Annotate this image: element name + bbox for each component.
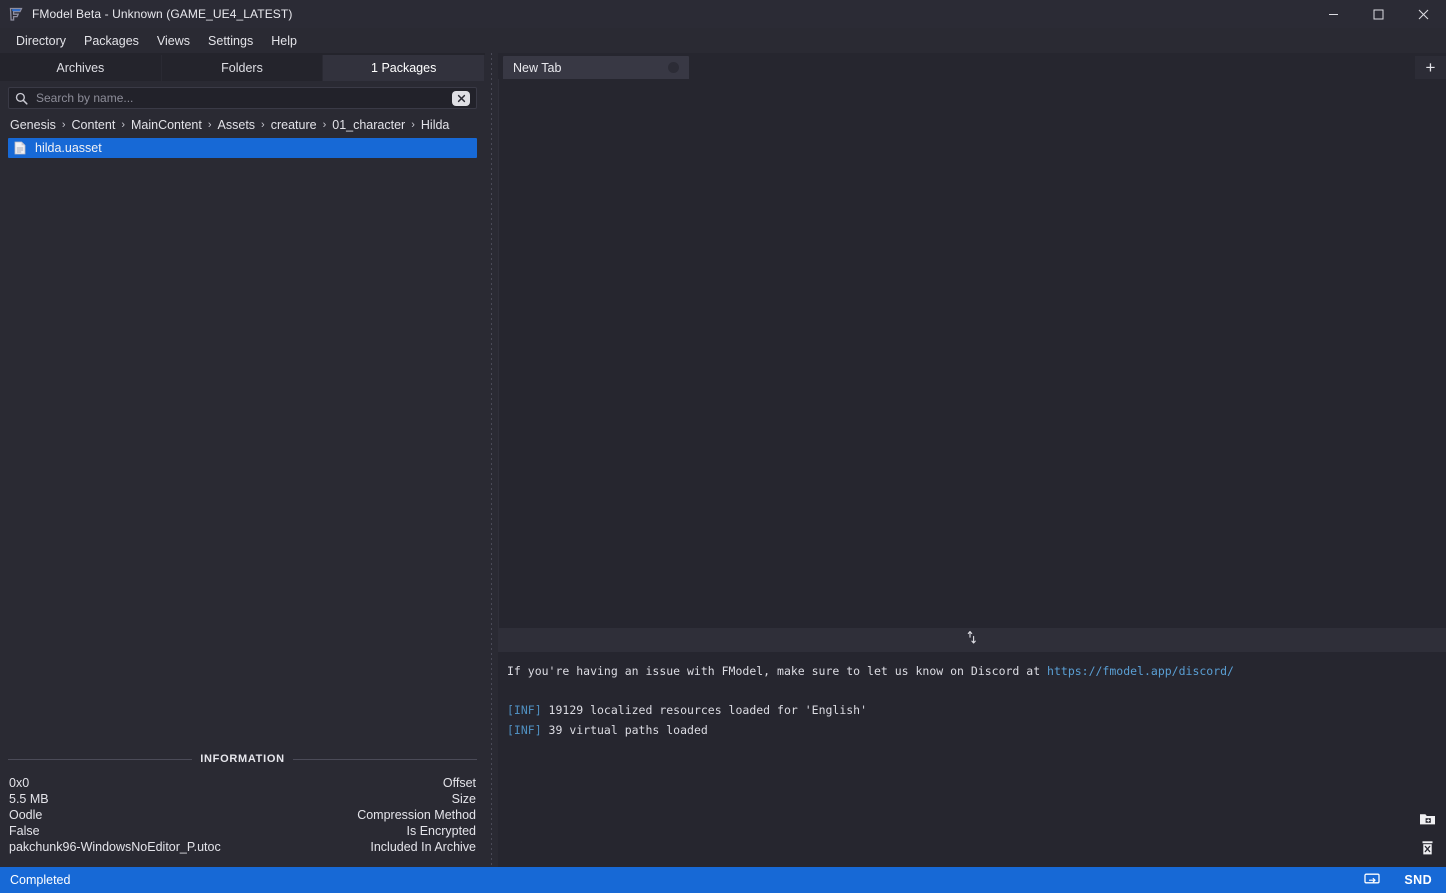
breadcrumb: Genesis › Content › MainContent › Assets… xyxy=(0,113,485,138)
left-panel-tabstrip: Archives Folders 1 Packages xyxy=(0,53,486,81)
sound-device-icon[interactable] xyxy=(1364,872,1382,888)
breadcrumb-item-maincontent[interactable]: MainContent xyxy=(130,118,203,132)
search-input[interactable] xyxy=(29,91,452,105)
information-key-included-in-archive: Included In Archive xyxy=(370,840,476,854)
menu-item-settings[interactable]: Settings xyxy=(199,30,262,52)
information-key-size: Size xyxy=(451,792,476,806)
log-line-text: If you're having an issue with FModel, m… xyxy=(507,664,1048,678)
asset-viewport[interactable] xyxy=(498,79,1446,628)
log-level-tag: [INF] xyxy=(507,703,542,717)
log-line-text: 39 virtual paths loaded xyxy=(541,722,708,737)
menu-item-directory[interactable]: Directory xyxy=(7,30,75,52)
maximize-button[interactable] xyxy=(1356,0,1401,28)
information-key-compression-method: Compression Method xyxy=(357,808,476,822)
information-value-offset: 0x0 xyxy=(9,776,30,790)
breadcrumb-separator-icon: › xyxy=(261,119,265,131)
breadcrumb-separator-icon: › xyxy=(411,119,415,131)
log-line: [INF] 19129 localized resources loaded f… xyxy=(507,701,1446,721)
tab-new-tab[interactable]: New Tab xyxy=(503,56,689,79)
vertical-splitter[interactable] xyxy=(485,53,498,867)
file-document-icon xyxy=(14,141,27,156)
right-viewer-panel: New Tab + If you're having an issue with… xyxy=(498,53,1446,867)
log-line: If you're having an issue with FModel, m… xyxy=(507,662,1446,682)
status-bar: Completed SND xyxy=(0,867,1446,893)
sound-status-label: SND xyxy=(1404,873,1432,887)
information-row-compression-method: Oodle Compression Method xyxy=(8,807,477,823)
information-value-size: 5.5 MB xyxy=(9,792,49,806)
breadcrumb-separator-icon: › xyxy=(322,119,327,131)
menu-item-packages[interactable]: Packages xyxy=(75,30,148,52)
splitter-dots-icon xyxy=(491,53,492,867)
menu-bar: Directory Packages Views Settings Help xyxy=(0,28,1446,53)
log-blank-line xyxy=(507,682,1446,702)
log-line: [INF] 39 virtual paths loaded xyxy=(507,721,1446,741)
tab-close-icon[interactable] xyxy=(668,62,679,73)
breadcrumb-item-creature[interactable]: creature xyxy=(270,118,318,132)
log-action-buttons xyxy=(1416,807,1438,859)
information-rule-right xyxy=(292,758,477,760)
viewer-tabstrip: New Tab + xyxy=(498,53,1446,79)
new-tab-button[interactable]: + xyxy=(1415,56,1446,79)
information-row-offset: 0x0 Offset xyxy=(8,775,477,791)
tab-archives-label: Archives xyxy=(56,61,105,75)
minimize-button[interactable] xyxy=(1311,0,1356,28)
breadcrumb-item-content[interactable]: Content xyxy=(71,118,117,132)
trash-delete-icon[interactable] xyxy=(1416,837,1438,859)
left-browser-panel: Archives Folders 1 Packages Search by na… xyxy=(0,53,486,867)
tab-packages[interactable]: 1 Packages xyxy=(323,55,486,81)
breadcrumb-separator-icon: › xyxy=(61,119,66,131)
information-header: INFORMATION xyxy=(8,751,477,765)
information-rule-left xyxy=(8,758,193,760)
status-bar-right: SND xyxy=(1364,872,1432,888)
information-value-included-in-archive: pakchunk96-WindowsNoEditor_P.utoc xyxy=(9,840,221,854)
discord-link[interactable]: https://fmodel.app/discord/ xyxy=(1047,664,1234,678)
log-console[interactable]: If you're having an issue with FModel, m… xyxy=(498,652,1446,867)
menu-item-views[interactable]: Views xyxy=(148,30,199,52)
list-item[interactable]: hilda.uasset xyxy=(8,138,477,158)
breadcrumb-separator-icon: › xyxy=(207,119,212,131)
horizontal-splitter[interactable] xyxy=(498,628,1446,652)
open-folder-icon[interactable] xyxy=(1416,807,1438,829)
tab-packages-label: 1 Packages xyxy=(371,61,437,75)
title-bar: FModel Beta - Unknown (GAME_UE4_LATEST) xyxy=(0,0,1446,28)
information-key-is-encrypted: Is Encrypted xyxy=(406,824,476,838)
log-line-text: 19129 localized resources loaded for 'En… xyxy=(541,703,868,717)
vertical-resize-icon xyxy=(965,630,979,650)
tab-folders[interactable]: Folders xyxy=(161,55,324,81)
search-bar[interactable] xyxy=(8,87,477,109)
log-level-tag: [INF] xyxy=(507,722,542,737)
window-controls xyxy=(1311,0,1446,28)
window-title: FModel Beta - Unknown (GAME_UE4_LATEST) xyxy=(32,7,293,21)
tab-folders-label: Folders xyxy=(221,61,263,75)
breadcrumb-separator-icon: › xyxy=(121,119,125,131)
information-key-offset: Offset xyxy=(442,776,476,790)
breadcrumb-item-hilda[interactable]: Hilda xyxy=(420,118,451,132)
breadcrumb-item-01-character[interactable]: 01_character xyxy=(331,118,406,132)
status-message: Completed xyxy=(10,873,71,887)
fmodel-application-window: FModel Beta - Unknown (GAME_UE4_LATEST) … xyxy=(0,0,1446,893)
tab-new-tab-label: New Tab xyxy=(513,60,562,75)
main-content-area: Archives Folders 1 Packages Search by na… xyxy=(0,53,1446,867)
search-icon xyxy=(15,92,29,105)
package-file-list[interactable]: hilda.uasset xyxy=(0,138,485,751)
close-button[interactable] xyxy=(1401,0,1446,28)
menu-item-help[interactable]: Help xyxy=(262,30,306,52)
information-value-compression-method: Oodle xyxy=(9,808,43,822)
list-item-label: hilda.uasset xyxy=(35,141,102,155)
clear-search-icon[interactable] xyxy=(452,90,470,106)
breadcrumb-item-assets[interactable]: Assets xyxy=(217,118,257,132)
tab-archives[interactable]: Archives xyxy=(0,55,162,81)
information-title: INFORMATION xyxy=(200,753,285,765)
information-row-included-in-archive: pakchunk96-WindowsNoEditor_P.utoc Includ… xyxy=(8,839,477,855)
breadcrumb-item-genesis[interactable]: Genesis xyxy=(9,118,57,132)
information-value-is-encrypted: False xyxy=(9,824,40,838)
information-panel: INFORMATION 0x0 Offset 5.5 MB Size Oodle… xyxy=(0,751,485,867)
fmodel-logo-icon xyxy=(8,6,24,22)
information-row-is-encrypted: False Is Encrypted xyxy=(8,823,477,839)
information-row-size: 5.5 MB Size xyxy=(8,791,477,807)
